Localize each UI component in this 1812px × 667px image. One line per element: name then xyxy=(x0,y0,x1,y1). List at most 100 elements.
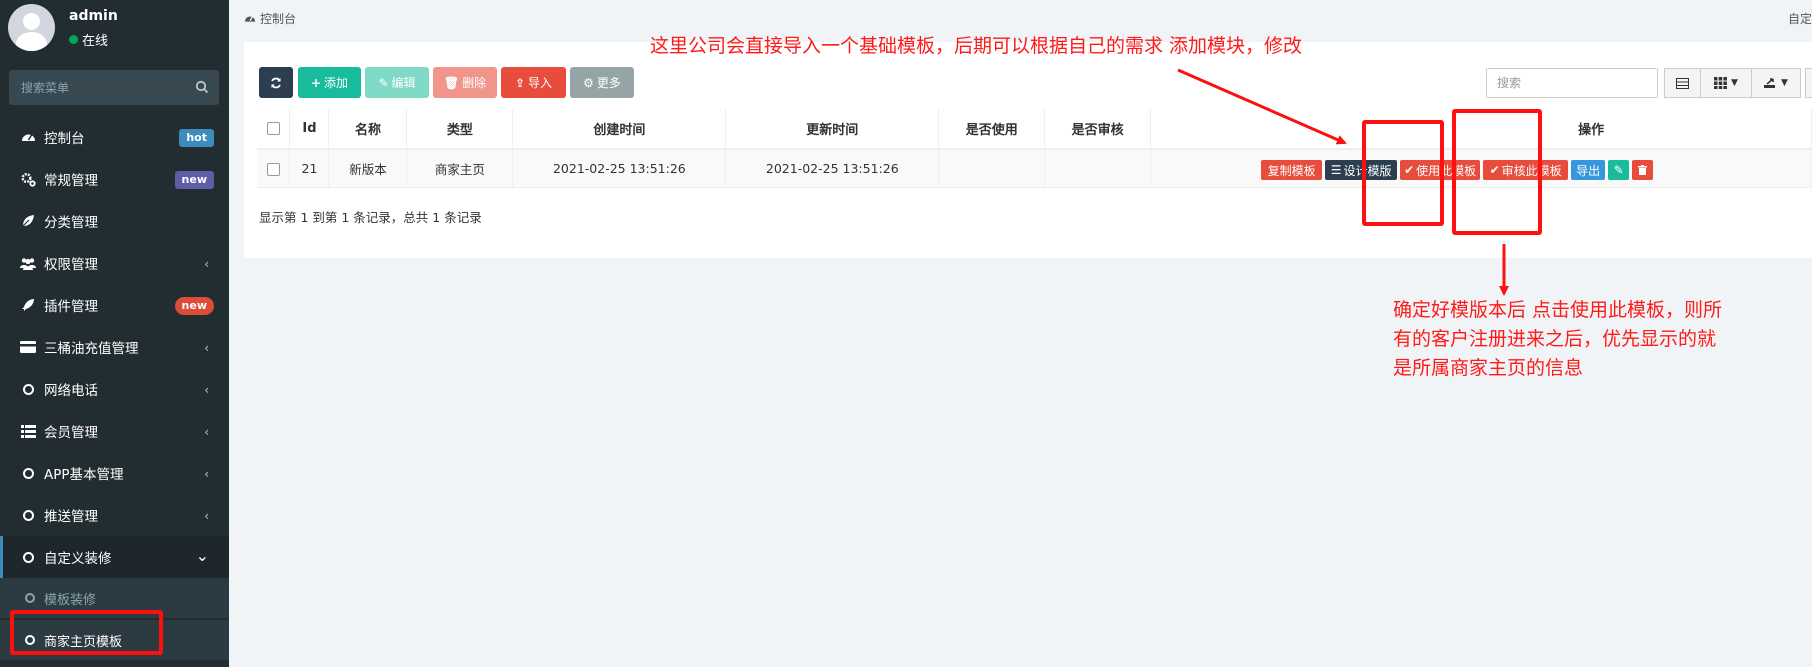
refresh-button[interactable] xyxy=(259,67,293,98)
user-status-text: 在线 xyxy=(82,34,109,49)
toggle-view-button[interactable] xyxy=(1664,68,1701,98)
column-header[interactable]: 是否使用 xyxy=(938,109,1046,150)
column-header[interactable]: 更新时间 xyxy=(725,109,940,150)
menu-search-input[interactable] xyxy=(9,70,189,105)
cogs-icon xyxy=(20,171,36,187)
sidebar-item-label: 常规管理 xyxy=(44,173,98,189)
caret-down-icon: ▼ xyxy=(1781,78,1788,88)
dashboard-icon xyxy=(20,129,36,145)
grid-icon xyxy=(1714,77,1727,89)
credit-card-icon xyxy=(20,339,36,355)
sidebar-item-dashboard[interactable]: 控制台 hot xyxy=(0,116,229,158)
table-search-input[interactable] xyxy=(1487,69,1657,97)
sidebar-item-label: 网络电话 xyxy=(44,383,98,399)
list-icon: ☰ xyxy=(1330,163,1342,177)
circle-icon xyxy=(20,549,36,565)
pencil-icon: ✎ xyxy=(1613,163,1624,177)
new-badge: new xyxy=(174,171,214,189)
export-dropdown-button[interactable]: ▼ xyxy=(1751,68,1801,98)
cell-created: 2021-02-25 13:51:26 xyxy=(512,149,727,188)
circle-icon xyxy=(20,381,36,397)
circle-icon xyxy=(20,507,36,523)
table-header-row: Id 名称 类型 创建时间 更新时间 是否使用 是否审核 操作 xyxy=(257,109,1812,150)
pagination-info: 显示第 1 到第 1 条记录，总共 1 条记录 xyxy=(259,210,482,225)
column-header[interactable]: 是否审核 xyxy=(1044,109,1152,150)
hot-badge: hot xyxy=(179,129,214,147)
breadcrumb[interactable]: 控制台 xyxy=(244,10,296,27)
edit-button[interactable]: ✎ 编辑 xyxy=(365,67,429,98)
chevron-left-icon: ‹ xyxy=(204,467,209,481)
more-button-label: 更多 xyxy=(596,76,621,90)
annotation-right-line1: 确定好模版本后 点击使用此模板，则所 xyxy=(1393,299,1723,321)
column-header[interactable]: 类型 xyxy=(406,109,514,150)
avatar[interactable] xyxy=(8,4,55,51)
sidebar-item-oil-recharge[interactable]: 三桶油充值管理 ‹ xyxy=(0,326,229,368)
sidebar-item-permission[interactable]: 权限管理 ‹ xyxy=(0,242,229,284)
cell-reviewed xyxy=(1044,149,1152,188)
sidebar: admin 在线 控制台 hot 常规管理 new 分类管理 xyxy=(0,0,229,667)
sidebar-item-custom-decoration[interactable]: 自定义装修 ⌄ xyxy=(0,536,229,578)
copy-template-label: 复制模板 xyxy=(1267,163,1316,178)
row-select-cell xyxy=(257,149,291,188)
trash-icon: 🗑 xyxy=(443,75,460,90)
user-name: admin xyxy=(69,8,118,24)
sidebar-item-general[interactable]: 常规管理 new xyxy=(0,158,229,200)
sidebar-item-plugins[interactable]: 插件管理 new xyxy=(0,284,229,326)
annotation-right-line2: 有的客户注册进来之后，优先显示的就 xyxy=(1393,328,1717,350)
sidebar-item-app-basic[interactable]: APP基本管理 ‹ xyxy=(0,452,229,494)
highlight-design-template xyxy=(1362,120,1444,226)
rocket-icon xyxy=(20,297,36,313)
chevron-left-icon: ‹ xyxy=(204,341,209,355)
dashboard-icon xyxy=(244,16,256,22)
user-panel: admin 在线 xyxy=(0,0,229,60)
import-button[interactable]: ⇪ 导入 xyxy=(501,67,566,98)
list-icon xyxy=(20,423,36,439)
sidebar-item-category[interactable]: 分类管理 xyxy=(0,200,229,242)
column-header[interactable]: Id xyxy=(289,109,330,150)
delete-button[interactable]: 🗑 删除 xyxy=(433,67,497,98)
row-edit-button[interactable]: ✎ xyxy=(1608,160,1630,180)
column-header[interactable]: 名称 xyxy=(328,109,408,150)
row-delete-button[interactable] xyxy=(1632,160,1654,180)
trash-icon xyxy=(1638,165,1648,175)
search-icon[interactable] xyxy=(195,80,209,94)
content-panel: +添加 ✎编辑 🗑删除 ⇪导入 ⚙更多 ▼ ▼ xyxy=(244,42,1812,258)
caret-down-icon: ▼ xyxy=(1731,78,1738,88)
row-checkbox[interactable] xyxy=(266,162,280,176)
upload-icon: ⇪ xyxy=(514,75,526,90)
user-status: 在线 xyxy=(69,30,108,49)
chevron-down-icon: ⌄ xyxy=(195,546,209,565)
sidebar-item-label: 插件管理 xyxy=(44,299,98,315)
plus-icon: + xyxy=(310,75,322,90)
sidebar-item-push[interactable]: 推送管理 ‹ xyxy=(0,494,229,536)
cell-in-use xyxy=(938,149,1046,188)
chevron-left-icon: ‹ xyxy=(204,383,209,397)
data-table: Id 名称 类型 创建时间 更新时间 是否使用 是否审核 操作 21 新版本 商… xyxy=(257,109,1812,188)
more-button[interactable]: ⚙ 更多 xyxy=(570,67,634,98)
sidebar-item-network-phone[interactable]: 网络电话 ‹ xyxy=(0,368,229,410)
sidebar-item-label: 会员管理 xyxy=(44,425,98,441)
add-button[interactable]: + 添加 xyxy=(298,67,361,98)
sidebar-item-label: 推送管理 xyxy=(44,509,98,525)
circle-icon xyxy=(20,465,36,481)
toolbar-overflow-button[interactable] xyxy=(1805,68,1812,98)
highlight-use-template xyxy=(1452,109,1542,235)
sidebar-item-label: 自定义装修 xyxy=(44,551,112,567)
select-all-cell xyxy=(257,109,291,150)
export-button[interactable]: 导出 xyxy=(1571,160,1606,180)
delete-button-label: 删除 xyxy=(462,76,487,90)
select-all-checkbox[interactable] xyxy=(266,122,280,135)
top-right-link[interactable]: 自定 xyxy=(1788,10,1812,27)
annotation-right-line3: 是所属商家主页的信息 xyxy=(1393,357,1584,379)
online-dot-icon xyxy=(69,35,78,44)
copy-template-button[interactable]: 复制模板 xyxy=(1261,160,1323,180)
columns-dropdown-button[interactable]: ▼ xyxy=(1700,68,1752,98)
sidebar-item-members[interactable]: 会员管理 ‹ xyxy=(0,410,229,452)
cell-name: 新版本 xyxy=(328,149,408,188)
chevron-left-icon: ‹ xyxy=(204,425,209,439)
annotation-top: 这里公司会直接导入一个基础模板，后期可以根据自己的需求 添加模块，修改 xyxy=(650,35,1303,57)
table-row[interactable]: 21 新版本 商家主页 2021-02-25 13:51:26 2021-02-… xyxy=(257,149,1812,188)
column-header[interactable]: 创建时间 xyxy=(512,109,727,150)
table-search xyxy=(1486,68,1658,98)
cell-updated: 2021-02-25 13:51:26 xyxy=(725,149,940,188)
